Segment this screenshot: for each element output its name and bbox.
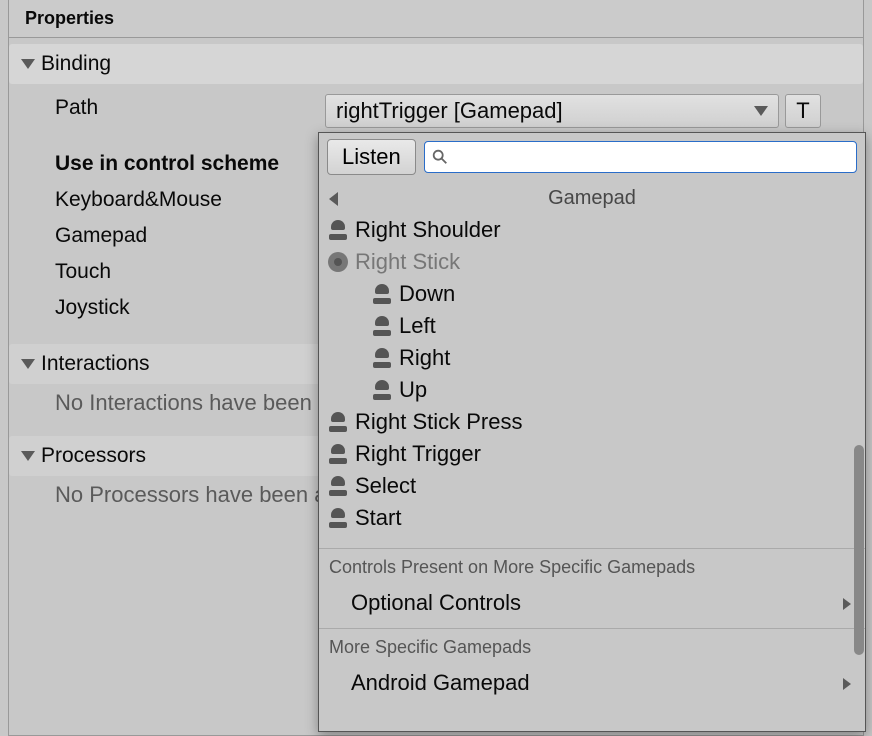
path-label: Path <box>55 96 307 120</box>
list-item[interactable]: Right Shoulder <box>319 214 865 246</box>
list-item[interactable]: Right Stick Press <box>319 406 865 438</box>
path-dropdown[interactable]: rightTrigger [Gamepad] <box>325 94 779 128</box>
scheme-label: Touch <box>55 260 307 284</box>
item-label: Right Stick Press <box>355 409 523 435</box>
optional-controls-nav[interactable]: Optional Controls <box>319 584 865 622</box>
listen-button[interactable]: Listen <box>327 139 416 175</box>
item-label: Start <box>355 505 401 531</box>
item-label: Right Shoulder <box>355 217 501 243</box>
scheme-label: Joystick <box>55 296 307 320</box>
scheme-label: Keyboard&Mouse <box>55 188 307 212</box>
list-item[interactable]: Left <box>319 310 865 342</box>
button-icon <box>371 379 393 401</box>
popup-section-label: Controls Present on More Specific Gamepa… <box>319 549 865 584</box>
scrollbar-thumb[interactable] <box>854 445 864 655</box>
button-icon <box>371 347 393 369</box>
item-label: Down <box>399 281 455 307</box>
search-input[interactable] <box>453 142 856 172</box>
dropdown-caret-icon <box>754 106 768 116</box>
button-icon <box>371 315 393 337</box>
properties-title: Properties <box>25 8 114 28</box>
chevron-left-icon <box>329 192 338 206</box>
t-button-label: T <box>796 98 809 123</box>
item-label: Up <box>399 377 427 403</box>
item-label: Right Stick <box>355 249 460 275</box>
text-mode-button[interactable]: T <box>785 94 821 128</box>
search-icon <box>431 148 449 166</box>
binding-foldout[interactable]: Binding <box>9 44 863 84</box>
popup-breadcrumb: Gamepad <box>319 181 865 214</box>
item-label: Select <box>355 473 416 499</box>
android-gamepad-nav[interactable]: Android Gamepad <box>319 664 865 702</box>
list-item[interactable]: Right Stick <box>319 246 865 278</box>
use-in-label: Use in control scheme <box>55 152 307 176</box>
processors-header-label: Processors <box>41 444 146 468</box>
back-button[interactable] <box>329 189 338 212</box>
popup-section-label: More Specific Gamepads <box>319 629 865 664</box>
subnav-label: Optional Controls <box>351 590 521 616</box>
button-icon <box>371 283 393 305</box>
scheme-label: Gamepad <box>55 224 307 248</box>
properties-header: Properties <box>9 0 863 38</box>
item-label: Left <box>399 313 436 339</box>
foldout-triangle-icon <box>21 59 35 69</box>
binding-header-label: Binding <box>41 52 111 76</box>
item-label: Right Trigger <box>355 441 481 467</box>
list-item[interactable]: Start <box>319 502 865 534</box>
interactions-header-label: Interactions <box>41 352 150 376</box>
chevron-right-icon <box>843 590 851 616</box>
button-icon <box>327 411 349 433</box>
search-field[interactable] <box>424 141 857 173</box>
list-item[interactable]: Select <box>319 470 865 502</box>
foldout-triangle-icon <box>21 359 35 369</box>
button-icon <box>327 219 349 241</box>
button-icon <box>327 475 349 497</box>
popup-header-label: Gamepad <box>548 187 636 209</box>
control-list: Right Shoulder Right Stick Down Left Rig… <box>319 214 865 542</box>
list-item[interactable]: Right Trigger <box>319 438 865 470</box>
listen-label: Listen <box>342 144 401 169</box>
list-item[interactable]: Up <box>319 374 865 406</box>
chevron-right-icon <box>843 670 851 696</box>
list-item[interactable]: Right <box>319 342 865 374</box>
control-picker-popup: Listen Gamepad Right Shoulder Right Stic… <box>318 132 866 732</box>
button-icon <box>327 507 349 529</box>
button-icon <box>327 443 349 465</box>
popup-toolbar: Listen <box>319 133 865 181</box>
path-value: rightTrigger [Gamepad] <box>336 98 563 124</box>
list-item[interactable]: Down <box>319 278 865 310</box>
foldout-triangle-icon <box>21 451 35 461</box>
subnav-label: Android Gamepad <box>351 670 530 696</box>
item-label: Right <box>399 345 450 371</box>
stick-icon <box>327 251 349 273</box>
